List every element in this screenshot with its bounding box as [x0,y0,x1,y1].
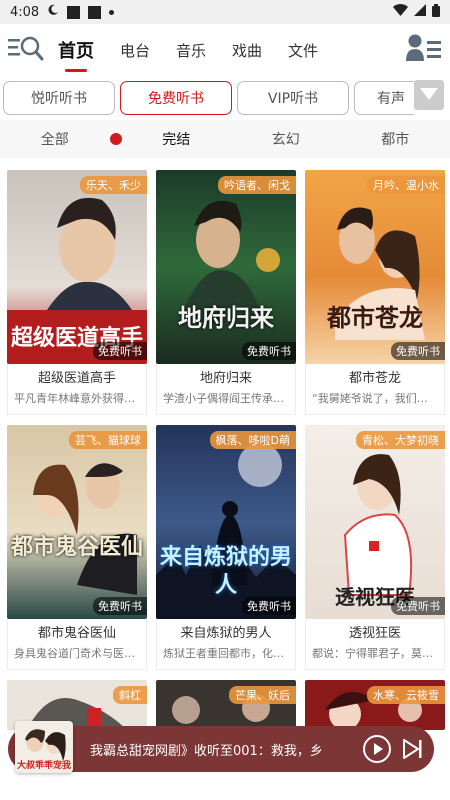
book-cover[interactable]: 都市苍龙 月吟、温小水 免费听书 [305,170,445,364]
book-description: “我舅姥爷说了，我们杨… [312,392,438,405]
book-info: 都市苍龙 “我舅姥爷说了，我们杨… [305,364,445,415]
author-tag: 斜杠 [113,686,147,704]
book-info: 透视狂医 都说：宁得罪君子，莫… [305,619,445,670]
book-card[interactable]: 超级医道高手 乐天、禾少 免费听书 超级医道高手 平凡青年林峰意外获得… [7,170,147,415]
book-cover[interactable]: 透视狂医 青松、大梦初晓 免费听书 [305,425,445,619]
search-menu-icon[interactable] [8,34,44,66]
book-card[interactable]: 来自炼狱的男人 枫落、哆啦D萌 免费听书 来自炼狱的男人 炼狱王者重回都市，化… [156,425,296,670]
book-description: 都说：宁得罪君子，莫… [312,647,433,660]
top-nav: 首页 电台 音乐 戏曲 文件 [0,24,450,76]
category-row: 悦听听书 免费听书 VIP听书 有声 [0,76,450,120]
author-tag: 芒果、妖后 [229,686,296,704]
author-tag: 水寒、云筱雪 [367,686,445,704]
filter-indicator-dot [109,133,122,145]
category-pill[interactable]: VIP听书 [237,81,349,115]
book-cover[interactable]: 都市鬼谷医仙 芸飞、猫球球 免费听书 [7,425,147,619]
book-card[interactable]: 芒果、妖后 [156,680,296,730]
book-info: 都市鬼谷医仙 身具鬼谷道门奇术与医… [7,619,147,670]
category-pill[interactable]: 悦听听书 [3,81,115,115]
book-card[interactable]: 地府归来 吟语者、闲戈 免费听书 地府归来 学渣小子偶得阎王传承… [156,170,296,415]
book-card[interactable]: 都市苍龙 月吟、温小水 免费听书 都市苍龙 “我舅姥爷说了，我们杨… [305,170,445,415]
book-cover[interactable]: 芒果、妖后 [156,680,296,730]
player-cover[interactable]: 大叔乖乖宠我 [15,721,73,773]
book-grid: 超级医道高手 乐天、禾少 免费听书 超级医道高手 平凡青年林峰意外获得… 地府归… [0,158,450,730]
skip-next-icon[interactable] [400,736,426,762]
moon-icon [47,4,59,20]
status-bar: 4:08 [0,0,450,24]
free-badge: 免费听书 [242,597,296,615]
category-pill-active[interactable]: 免费听书 [120,81,232,115]
player-now-playing: 我霸总甜宠网剧》收听至001：救我，乡 [90,743,323,759]
book-title: 都市苍龙 [348,371,401,386]
book-cover[interactable]: 来自炼狱的男人 枫落、哆啦D萌 免费听书 [156,425,296,619]
free-badge: 免费听书 [242,342,296,360]
free-badge: 免费听书 [391,342,445,360]
user-list-icon[interactable] [406,33,442,67]
player-cover-title: 大叔乖乖宠我 [16,761,71,771]
filter-fantasy[interactable]: 玄幻 [231,129,341,149]
author-tag: 吟语者、闲戈 [218,176,296,194]
cover-title: 都市鬼谷医仙 [10,534,143,560]
signal-icon [414,4,426,20]
filter-all[interactable]: 全部 [0,129,110,149]
filter-finished[interactable]: 完结 [122,129,232,149]
chevron-down-icon [419,86,439,105]
category-pill[interactable]: 有声 [354,81,414,115]
notification-icon-2 [88,5,102,19]
notification-icon [67,5,81,19]
book-title: 来自炼狱的男人 [180,626,272,641]
free-badge: 免费听书 [391,597,445,615]
tab-radio[interactable]: 电台 [120,40,150,61]
book-info: 来自炼狱的男人 炼狱王者重回都市，化… [156,619,296,670]
book-description: 平凡青年林峰意外获得… [14,392,135,405]
filter-row: 全部 完结 玄幻 都市 [0,120,450,158]
tab-opera[interactable]: 戏曲 [232,40,262,61]
book-title: 地府归来 [199,371,252,386]
book-info: 地府归来 学渣小子偶得阎王传承… [156,364,296,415]
author-tag: 枫落、哆啦D萌 [209,431,296,449]
free-badge: 免费听书 [93,597,147,615]
book-info: 超级医道高手 平凡青年林峰意外获得… [7,364,147,415]
free-badge: 免费听书 [93,342,147,360]
tab-home[interactable]: 首页 [58,37,94,63]
book-description: 身具鬼谷道门奇术与医… [14,647,135,660]
status-time: 4:08 [10,4,40,20]
play-icon[interactable] [362,734,392,764]
book-card[interactable]: 都市鬼谷医仙 芸飞、猫球球 免费听书 都市鬼谷医仙 身具鬼谷道门奇术与医… [7,425,147,670]
cover-title: 地府归来 [178,303,274,332]
tab-music[interactable]: 音乐 [176,40,206,61]
book-title: 都市鬼谷医仙 [37,626,116,641]
book-description: 学渣小子偶得阎王传承… [163,392,284,405]
tab-files[interactable]: 文件 [288,40,318,61]
book-card[interactable]: 透视狂医 青松、大梦初晓 免费听书 透视狂医 都说：宁得罪君子，莫… [305,425,445,670]
book-title: 超级医道高手 [37,371,116,386]
author-tag: 芸飞、猫球球 [69,431,147,449]
book-cover[interactable]: 地府归来 吟语者、闲戈 免费听书 [156,170,296,364]
cover-title: 来自炼狱的男人 [159,544,292,598]
wifi-icon [393,4,408,20]
book-title: 透视狂医 [348,626,401,641]
main-tabs: 首页 电台 音乐 戏曲 文件 [58,37,318,63]
filter-urban[interactable]: 都市 [341,129,450,149]
battery-icon [432,3,440,21]
book-cover[interactable]: 超级医道高手 乐天、禾少 免费听书 [7,170,147,364]
author-tag: 青松、大梦初晓 [356,431,445,449]
cover-title: 都市苍龙 [327,303,423,332]
book-description: 炼狱王者重回都市，化… [163,647,284,660]
status-dot-icon [109,9,115,15]
book-card[interactable]: 水寒、云筱雪 [305,680,445,730]
author-tag: 月吟、温小水 [367,176,445,194]
category-dropdown-button[interactable] [414,80,444,110]
author-tag: 乐天、禾少 [80,176,147,194]
book-cover[interactable]: 水寒、云筱雪 [305,680,445,730]
